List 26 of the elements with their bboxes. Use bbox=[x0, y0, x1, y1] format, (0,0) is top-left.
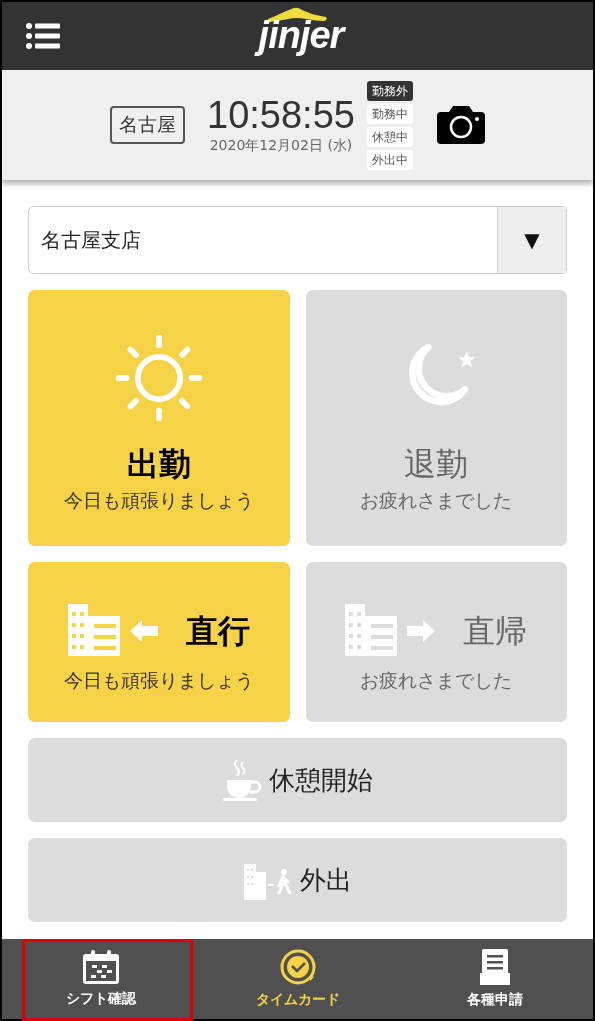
action-button[interactable]: 外出 bbox=[28, 838, 567, 922]
punch-tile[interactable]: 退勤 お疲れさまでした bbox=[305, 290, 567, 546]
action-button[interactable]: 休憩開始 bbox=[28, 738, 567, 822]
status-badge: 勤務中 bbox=[366, 103, 413, 124]
location-label: 名古屋 bbox=[110, 106, 186, 144]
status-badge: 外出中 bbox=[366, 149, 413, 170]
coffee-cup-icon bbox=[222, 758, 263, 802]
punch-tile[interactable]: 直行 今日も頑張りましょう bbox=[28, 562, 290, 722]
menu-button[interactable] bbox=[26, 23, 60, 49]
clock-time: 10:58:55 bbox=[207, 95, 355, 135]
nav-tab[interactable]: シフト確認 bbox=[2, 939, 199, 1019]
punch-tile[interactable]: 出勤 今日も頑張りましょう bbox=[28, 290, 290, 546]
camera-icon bbox=[436, 106, 485, 144]
camera-button[interactable] bbox=[436, 106, 485, 144]
status-badge: 休憩中 bbox=[366, 126, 413, 147]
date-text: 2020年12月02日 (水) bbox=[209, 137, 353, 155]
document-tray-icon bbox=[479, 949, 510, 985]
punch-tile[interactable]: 直帰 お疲れさまでした bbox=[305, 562, 567, 722]
branch-dropdown[interactable]: 名古屋支店 ▼ bbox=[28, 206, 567, 274]
nav-tab[interactable]: タイムカード bbox=[199, 939, 396, 1019]
logo-hat-icon bbox=[266, 6, 328, 22]
nav-tab[interactable]: 各種申請 bbox=[396, 939, 593, 1019]
clock-check-icon bbox=[279, 949, 316, 985]
calendar-icon bbox=[82, 950, 119, 984]
status-badge: 勤務外 bbox=[366, 80, 413, 101]
menu-icon bbox=[26, 23, 60, 49]
